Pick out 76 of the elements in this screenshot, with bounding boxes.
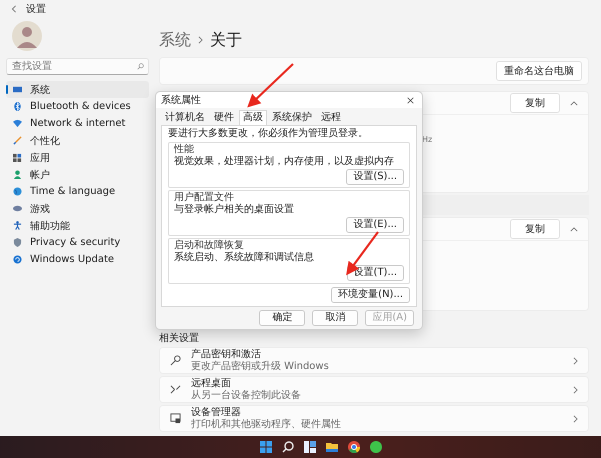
section-heading: 相关设置 [159,333,200,345]
group-description: 视觉效果，处理器计划，内存使用，以及虚拟内存 [174,156,394,168]
back-icon[interactable] [10,5,18,13]
device-icon [170,413,181,424]
copy-button[interactable]: 复制 [510,93,560,113]
nav-item[interactable]: 个性化 [6,132,149,149]
bluetooth-icon [13,102,22,111]
chevron-right-icon [573,414,578,422]
window-title: 设置 [26,2,46,16]
nav-item[interactable]: Time & language [6,183,149,200]
link-title: 远程桌面 [191,378,232,390]
chevron-up-icon[interactable] [570,226,578,232]
link-title: 设备管理器 [191,406,242,418]
monitor-icon [13,85,22,94]
nav-item[interactable]: 游戏 [6,200,149,217]
settings-link-card[interactable]: 远程桌面 从另一台设备控制此设备 [159,376,589,403]
admin-note: 要进行大多数更改，你必须作为管理员登录。 [168,128,369,140]
person-icon [13,170,22,179]
chevron-right-icon [573,356,578,364]
close-icon[interactable] [407,96,414,104]
nav-item[interactable]: 辅助功能 [6,217,149,234]
spec-text: Hz [422,135,432,144]
windows-logo-icon[interactable] [260,441,272,453]
tab[interactable]: 硬件 [210,110,238,125]
group-description: 与登录帐户相关的桌面设置 [174,204,294,216]
nav-item[interactable]: Network & internet [6,115,149,132]
folder-icon[interactable] [326,441,338,453]
browser-icon[interactable] [348,441,360,453]
globe-icon [13,187,22,196]
accessibility-icon [13,221,22,230]
link-title: 产品密钥和激活 [191,348,262,360]
page-title: 关于 [210,30,242,50]
group-title: 性能 [174,144,194,156]
avatar [12,21,42,51]
sync-icon [13,255,22,264]
group-title: 启动和故障恢复 [174,240,244,252]
nav-item[interactable]: Privacy & security [6,234,149,251]
search-icon [137,63,144,70]
brush-icon [13,136,22,145]
environment-variables-button[interactable]: 环境变量(N)... [331,287,410,303]
apps-icon [13,153,22,162]
link-description: 更改产品密钥或升级 Windows [191,360,330,372]
breadcrumb-parent[interactable]: 系统 [159,30,191,50]
widgets-icon[interactable] [304,441,316,453]
chevron-up-icon[interactable] [570,100,578,106]
tab[interactable]: 计算机名 [161,110,209,125]
tab[interactable]: 系统保护 [268,110,316,125]
tab[interactable]: 高级 [239,110,267,125]
dialog-button[interactable]: 确定 [259,310,306,326]
nav-item[interactable]: 系统 [6,81,149,98]
nav-item[interactable]: Windows Update [6,251,149,268]
settings-link-card[interactable]: 设备管理器 打印机和其他驱动程序、硬件属性 [159,405,589,432]
settings-link-card[interactable]: 产品密钥和激活 更改产品密钥或升级 Windows [159,347,589,374]
annotation-arrow [247,63,294,108]
search-icon[interactable] [282,441,294,453]
shield-icon [13,238,22,247]
search-field[interactable]: 查找设置 [6,58,149,75]
dialog-title: 系统属性 [161,94,201,107]
link-description: 从另一台设备控制此设备 [191,390,302,402]
dialog-button[interactable]: 取消 [312,310,358,326]
chevron-right-icon [198,36,203,44]
copy-button[interactable]: 复制 [510,219,560,239]
group-description: 系统启动、系统故障和调试信息 [174,252,314,264]
wifi-icon [13,119,22,128]
app-icon[interactable] [370,441,382,453]
group-title: 用户配置文件 [174,192,234,204]
link-description: 打印机和其他驱动程序、硬件属性 [191,418,342,430]
nav-item[interactable]: Bluetooth & devices [6,98,149,115]
rename-button[interactable]: 重命名这台电脑 [496,61,582,81]
nav-item[interactable]: 帐户 [6,166,149,183]
tab[interactable]: 远程 [317,110,345,125]
arrows-icon [170,384,181,395]
settings-button[interactable]: 设置(S)... [346,169,404,185]
nav-item[interactable]: 应用 [6,149,149,166]
settings-button[interactable]: 设置(E)... [346,217,404,233]
chevron-right-icon [573,386,578,394]
